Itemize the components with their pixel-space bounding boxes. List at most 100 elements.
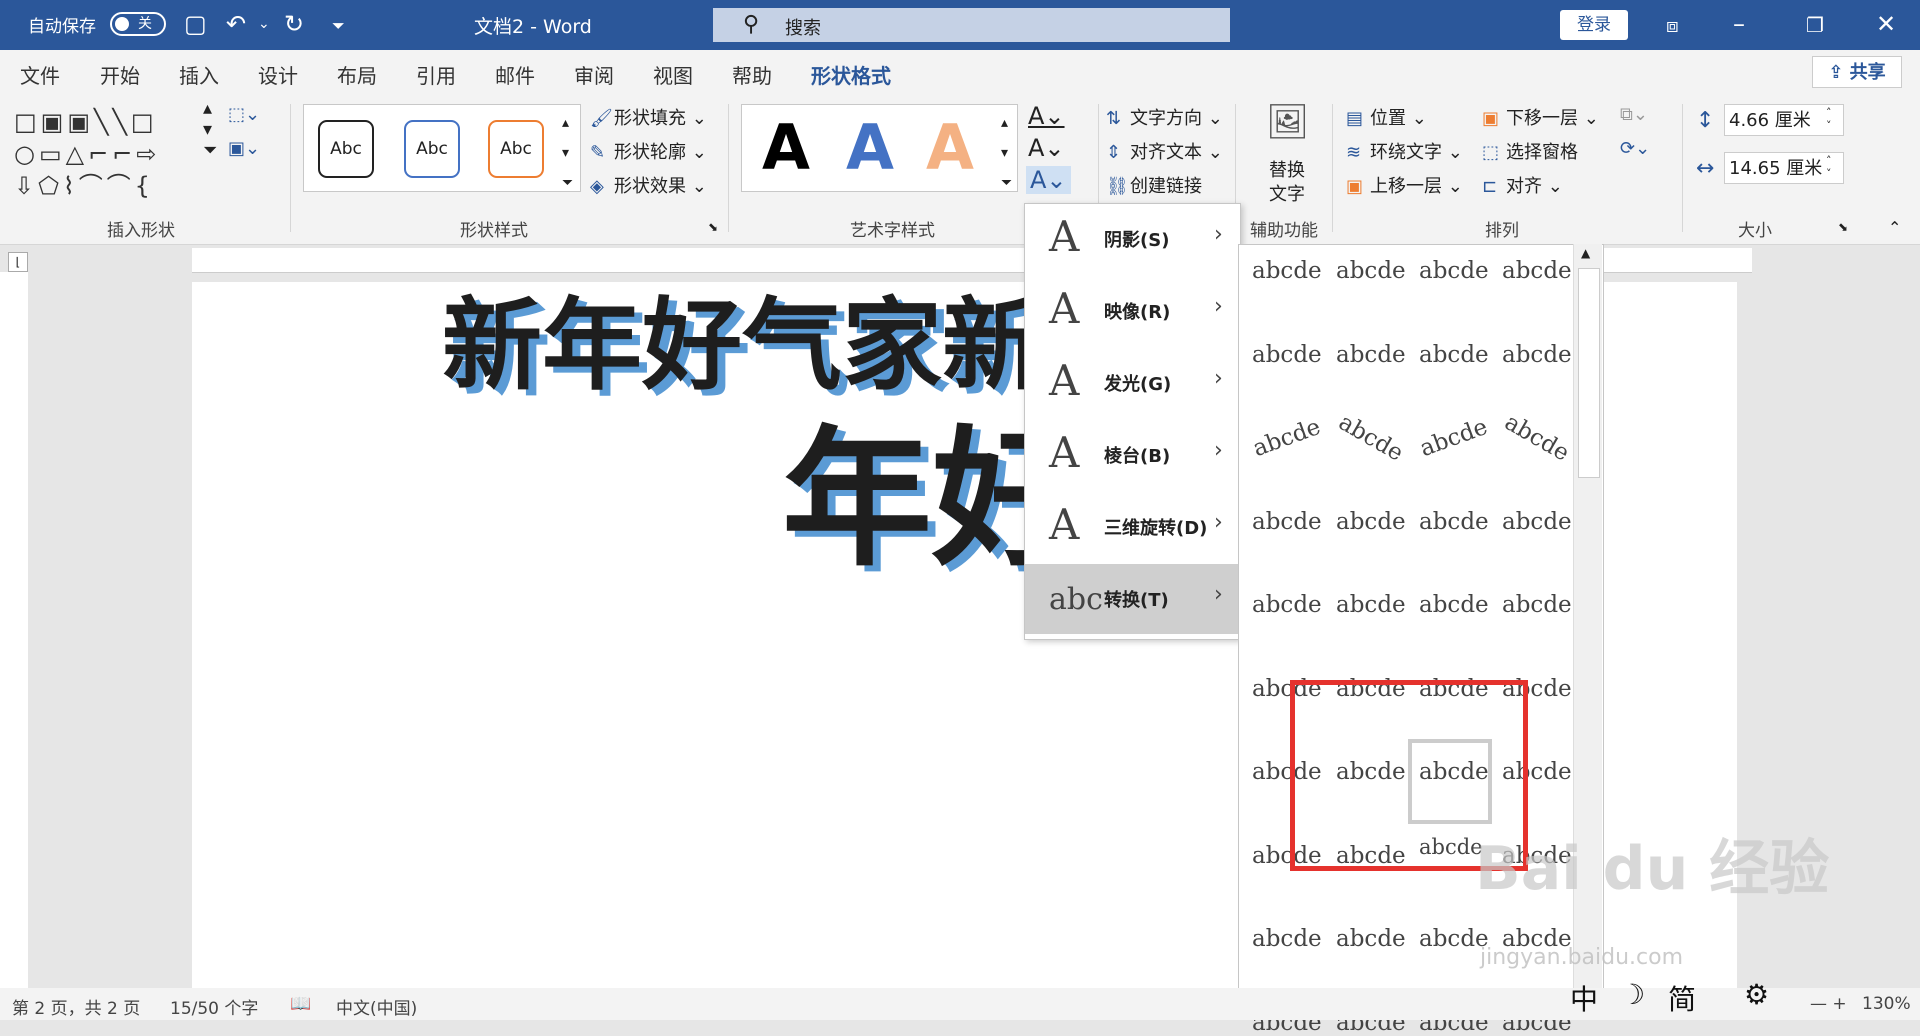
menu-item-bevel[interactable]: A 棱台(B) › [1025, 420, 1240, 490]
collapse-ribbon-icon[interactable]: ⌃ [1888, 218, 1901, 237]
page-count[interactable]: 第 2 页，共 2 页 [12, 994, 140, 1019]
transform-option[interactable]: abcde [1336, 926, 1406, 952]
rotate-icon[interactable]: ⟳⌄ [1620, 138, 1650, 159]
align-button[interactable]: ⊏ 对齐 ⌄ [1482, 172, 1563, 198]
transform-option[interactable]: abcde [1252, 926, 1322, 952]
menu-item-3d-rotation[interactable]: A 三维旋转(D) › [1025, 492, 1240, 562]
shapes-gallery[interactable]: □▣▣╲╲□ ○▭△⌐⌐⇨ ⇩⬠⌇⌒⌒{ [14, 106, 184, 202]
transform-option[interactable]: abcde [1502, 592, 1572, 618]
transform-option[interactable]: abcde [1336, 342, 1406, 368]
height-spinner-icon[interactable]: ˄ ˅ [1826, 106, 1832, 132]
customize-qat-icon[interactable]: ⏷ [332, 16, 345, 36]
ime-script[interactable]: 简 [1668, 978, 1696, 1018]
position-button[interactable]: ▤ 位置 ⌄ [1346, 104, 1427, 130]
restore-icon[interactable]: ❐ [1806, 13, 1824, 37]
tab-selector-icon[interactable]: ⌊ [8, 252, 28, 272]
wrap-text-button[interactable]: ≋ 环绕文字 ⌄ [1346, 138, 1463, 164]
tab-insert[interactable]: 插入 [179, 60, 219, 89]
menu-item-transform[interactable]: abc 转换(T) › [1025, 564, 1240, 634]
size-launcher-icon[interactable]: ⬊ [1838, 220, 1848, 234]
shape-styles-scroll-icon[interactable]: ▴ ▾ ⏷ [562, 108, 573, 198]
tab-help[interactable]: 帮助 [732, 60, 772, 89]
text-box-icon[interactable]: ▣⌄ [228, 138, 260, 159]
moon-icon[interactable]: ☽ [1620, 978, 1645, 1011]
transform-option[interactable]: abcde [1252, 342, 1322, 368]
transform-option[interactable]: abcde [1419, 342, 1489, 368]
transform-option[interactable]: abcde [1419, 509, 1489, 535]
login-button[interactable]: 登录 [1560, 10, 1628, 40]
text-effects-button[interactable]: A⌄ [1026, 166, 1071, 194]
tab-layout[interactable]: 布局 [337, 60, 377, 89]
transform-option[interactable]: abcde [1419, 592, 1489, 618]
share-button[interactable]: ⇪ 共享 [1812, 56, 1902, 88]
alt-text-label-2[interactable]: 文字 [1269, 180, 1305, 206]
scroll-thumb[interactable] [1578, 268, 1600, 478]
tab-references[interactable]: 引用 [416, 60, 456, 89]
bring-forward-button[interactable]: ▣ 上移一层 ⌄ [1346, 172, 1463, 198]
search-box[interactable]: ⚲ 搜索 [713, 8, 1230, 42]
zoom-slider[interactable]: — + [1810, 994, 1847, 1014]
close-icon[interactable]: ✕ [1876, 10, 1896, 38]
tab-shape-format[interactable]: 形状格式 [811, 60, 891, 97]
wordart-scroll-icon[interactable]: ▴ ▾ ⏷ [1001, 108, 1012, 198]
transform-option[interactable]: abcde [1502, 342, 1572, 368]
ime-settings-icon[interactable]: ⚙ [1744, 978, 1769, 1011]
save-icon[interactable]: ▢ [184, 10, 207, 38]
shape-outline-button[interactable]: ✎ 形状轮廓 ⌄ [590, 138, 707, 164]
transform-option[interactable]: abcde [1252, 592, 1322, 618]
alt-text-icon[interactable]: 🖼 [1266, 102, 1309, 142]
tab-view[interactable]: 视图 [653, 60, 693, 89]
proofing-icon[interactable]: 📖 [290, 994, 311, 1014]
transform-option[interactable]: abcde [1502, 509, 1572, 535]
menu-item-shadow[interactable]: A 阴影(S) › [1025, 204, 1240, 274]
scroll-up-icon[interactable]: ▲ [1581, 246, 1590, 260]
transform-option[interactable]: abcde [1336, 258, 1406, 284]
language-status[interactable]: 中文(中国) [336, 994, 417, 1019]
tab-design[interactable]: 设计 [258, 60, 298, 89]
text-direction-button[interactable]: ⇅ 文字方向 ⌄ [1106, 104, 1223, 130]
menu-item-glow[interactable]: A 发光(G) › [1025, 348, 1240, 418]
zoom-level[interactable]: 130% [1862, 994, 1911, 1014]
tab-mailings[interactable]: 邮件 [495, 60, 535, 89]
word-count[interactable]: 15/50 个字 [170, 994, 258, 1019]
transform-option[interactable]: abcde [1502, 258, 1572, 284]
minimize-icon[interactable]: – [1733, 10, 1745, 38]
tab-file[interactable]: 文件 [20, 60, 60, 89]
shape-style-preset-orange[interactable]: Abc [488, 120, 544, 178]
wordart-style-orange[interactable]: A [926, 114, 974, 182]
redo-icon[interactable]: ↻ [284, 10, 304, 38]
shape-effects-button[interactable]: ◈ 形状效果 ⌄ [590, 172, 707, 198]
menu-item-reflection[interactable]: A 映像(R) › [1025, 276, 1240, 346]
tab-review[interactable]: 审阅 [574, 60, 614, 89]
selection-pane-button[interactable]: ⬚ 选择窗格 [1482, 138, 1578, 164]
transform-option[interactable]: abcde [1252, 509, 1322, 535]
wordart-style-blue[interactable]: A [846, 114, 894, 182]
shapes-scroll-icon[interactable]: ▴ ▾ ⏷ [203, 98, 217, 161]
autosave-toggle[interactable]: 关 [110, 12, 166, 36]
group-icon[interactable]: ⧉⌄ [1620, 104, 1648, 125]
shape-style-preset-black[interactable]: Abc [318, 120, 374, 178]
transform-option[interactable]: abcde [1336, 509, 1406, 535]
shape-styles-launcher-icon[interactable]: ⬊ [708, 220, 718, 234]
edit-shape-icon[interactable]: ⬚⌄ [228, 104, 260, 125]
ribbon-display-icon[interactable]: ⧈ [1666, 13, 1679, 37]
transform-option[interactable]: abcde [1252, 258, 1322, 284]
alt-text-label-1[interactable]: 替换 [1269, 156, 1305, 182]
tab-home[interactable]: 开始 [100, 60, 140, 89]
transform-option[interactable]: abcde [1419, 258, 1489, 284]
create-link-button[interactable]: ⛓创建链接 [1106, 172, 1202, 198]
wordart-style-black[interactable]: A [762, 114, 810, 182]
align-text-button[interactable]: ⇕ 对齐文本 ⌄ [1106, 138, 1223, 164]
group-separator [728, 104, 729, 232]
send-backward-button[interactable]: ▣ 下移一层 ⌄ [1482, 104, 1599, 130]
shape-fill-button[interactable]: 🖌形状填充 ⌄ [590, 104, 707, 130]
undo-icon[interactable]: ↶ [226, 10, 246, 38]
ime-mode[interactable]: 中 [1570, 978, 1598, 1018]
width-spinner-icon[interactable]: ˄ ˅ [1826, 154, 1832, 180]
text-outline-icon[interactable]: A⌄ [1028, 134, 1065, 162]
shape-style-preset-blue[interactable]: Abc [404, 120, 460, 178]
transform-option[interactable]: abcde [1336, 592, 1406, 618]
text-fill-icon[interactable]: A⌄ [1028, 102, 1065, 130]
undo-dropdown-icon[interactable]: ⌄ [258, 16, 270, 32]
transform-option[interactable]: abcde [1419, 926, 1489, 952]
